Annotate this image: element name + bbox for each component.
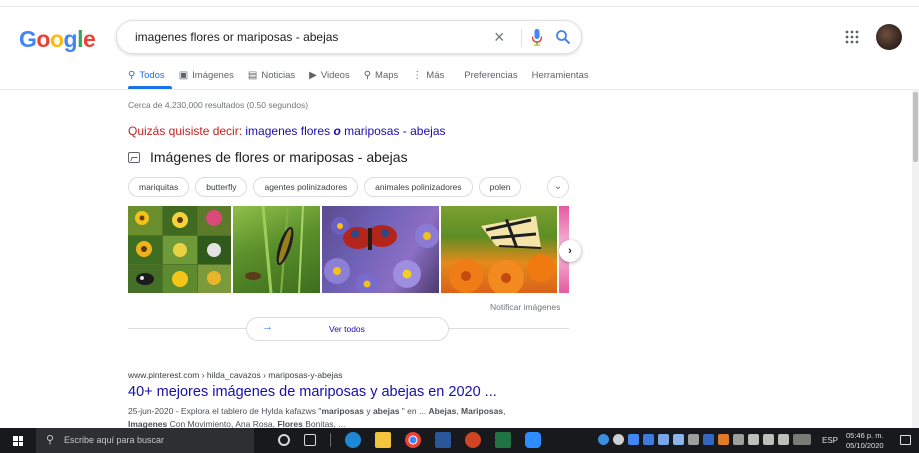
tab-maps[interactable]: ⚲ Maps [364, 66, 399, 84]
more-vert-icon: ⋮ [412, 69, 423, 81]
tray-app-icon[interactable] [703, 434, 714, 445]
snippet-text: y [363, 406, 373, 416]
tab-imagenes[interactable]: ▣ Imágenes [179, 66, 234, 84]
windows-start-icon[interactable] [13, 436, 23, 446]
google-logo[interactable]: Google [19, 26, 96, 53]
snippet-text: 25-jun-2020 - Explora el tablero de Hyld… [128, 406, 322, 416]
clear-icon[interactable]: × [494, 26, 505, 48]
image-thumbnail-caterpillar[interactable] [233, 206, 320, 293]
result-title[interactable]: 40+ mejores imágenes de mariposas y abej… [128, 384, 497, 400]
play-icon: ▶ [309, 69, 317, 81]
powerpoint-icon[interactable] [465, 432, 481, 448]
arrow-right-icon: → [262, 321, 273, 333]
scrollbar-thumb[interactable] [913, 92, 918, 162]
search-icon: ⚲ [128, 69, 136, 81]
image-thumbnail-collage[interactable] [128, 206, 231, 293]
chip[interactable]: butterfly [195, 177, 248, 197]
tray-app-icon[interactable] [718, 434, 729, 445]
search-box[interactable]: imagenes flores or mariposas - abejas × [116, 20, 582, 54]
chevron-right-icon[interactable]: › [559, 240, 581, 262]
see-all-label: Ver todos [329, 324, 365, 334]
news-icon: ▤ [247, 69, 258, 81]
tab-preferencias[interactable]: Preferencias [464, 66, 517, 84]
image-pack-header[interactable]: Imágenes de flores or mariposas - abejas [128, 149, 408, 165]
snippet-text: " en ... [399, 406, 429, 416]
tray-app-icon[interactable] [733, 434, 744, 445]
spelling-suggestion: Quizás quisiste decir: imagenes flores o… [128, 124, 446, 138]
map-pin-icon: ⚲ [363, 69, 372, 81]
edge-icon[interactable] [345, 432, 361, 448]
notification-icon[interactable] [900, 435, 911, 445]
snippet-bold-text: mariposas [321, 406, 364, 416]
search-icon[interactable] [555, 29, 571, 45]
tray-app-icon[interactable] [658, 434, 669, 445]
tray-app-icon[interactable] [613, 434, 624, 445]
spelling-prefix: Quizás quisiste decir: [128, 124, 243, 138]
spelling-link[interactable]: imagenes flores o mariposas - abejas [245, 124, 445, 138]
microphone-icon[interactable] [531, 28, 543, 48]
chevron-down-icon[interactable]: ⌄ [547, 176, 569, 198]
tab-noticias[interactable]: ▤ Noticias [248, 66, 295, 84]
cortana-icon[interactable] [278, 434, 290, 446]
chip[interactable]: polen [478, 177, 522, 197]
windows-taskbar: ⚲ Escribe aquí para buscar ESP 05:46 p. … [0, 428, 919, 453]
search-input[interactable]: imagenes flores or mariposas - abejas [135, 30, 338, 44]
tray-app-icon[interactable] [688, 434, 699, 445]
clock-time: 05:46 p. m. [846, 431, 884, 440]
chip[interactable]: mariquitas [128, 177, 190, 197]
search-divider [521, 29, 522, 47]
keyboard-icon[interactable] [793, 434, 811, 445]
tab-herramientas[interactable]: Herramientas [532, 66, 589, 84]
browser-top-edge [0, 0, 919, 7]
language-indicator[interactable]: ESP [822, 436, 838, 445]
task-view-icon[interactable] [304, 434, 316, 446]
chip[interactable]: agentes polinizadores [253, 177, 359, 197]
account-avatar[interactable] [876, 24, 902, 50]
image-icon [128, 151, 140, 163]
file-explorer-icon[interactable] [375, 432, 391, 448]
snippet-bold-text: Abejas [428, 406, 457, 416]
tray-app-icon[interactable] [643, 434, 654, 445]
tray-app-icon[interactable] [673, 434, 684, 445]
image-thumbnail-swallowtail[interactable] [441, 206, 557, 293]
chrome-icon[interactable] [405, 432, 421, 448]
word-icon[interactable] [435, 432, 451, 448]
refinement-chips: mariquitas butterfly agentes polinizador… [128, 177, 527, 197]
snippet-text: , [503, 406, 506, 416]
battery-icon[interactable] [763, 434, 774, 445]
clock-date: 05/10/2020 [846, 441, 884, 450]
apps-grid-icon[interactable] [845, 30, 859, 44]
chip[interactable]: animales polinizadores [364, 177, 473, 197]
search-icon: ⚲ [46, 434, 55, 446]
help-icon[interactable] [598, 434, 609, 445]
result-url[interactable]: www.pinterest.com › hilda_cavazos › mari… [128, 370, 342, 380]
system-tray-icons [598, 434, 815, 445]
image-thumbnail-butterfly-asters[interactable] [322, 206, 439, 293]
image-icon: ▣ [178, 69, 189, 81]
snippet-bold-text: abejas [372, 406, 400, 416]
tabs-divider [0, 89, 919, 90]
tab-videos[interactable]: ▶ Videos [309, 66, 350, 84]
search-tabs: ⚲ Todos ▣ Imágenes ▤ Noticias ▶ Videos ⚲ Maps… [128, 66, 603, 88]
tray-mic-icon[interactable] [628, 434, 639, 445]
clock[interactable]: 05:46 p. m. 05/10/2020 [846, 431, 884, 451]
volume-icon[interactable] [778, 434, 789, 445]
taskbar-search[interactable]: ⚲ Escribe aquí para buscar [36, 428, 254, 453]
taskbar-apps [278, 432, 555, 448]
image-pack-title: Imágenes de flores or mariposas - abejas [150, 149, 408, 165]
snippet-bold-text: Mariposas [461, 406, 504, 416]
result-stats: Cerca de 4,230,000 resultados (0.50 segu… [128, 100, 309, 110]
image-strip [128, 206, 569, 293]
taskbar-separator [330, 433, 331, 447]
tab-mas[interactable]: ⋮ Más [412, 66, 444, 84]
zoom-icon[interactable] [525, 432, 541, 448]
tab-todos[interactable]: ⚲ Todos [128, 66, 165, 84]
network-icon[interactable] [748, 434, 759, 445]
taskbar-search-placeholder: Escribe aquí para buscar [64, 435, 165, 445]
see-all-button[interactable]: → Ver todos [246, 317, 449, 341]
notify-images-link[interactable]: Notificar imágenes [490, 302, 560, 312]
excel-icon[interactable] [495, 432, 511, 448]
